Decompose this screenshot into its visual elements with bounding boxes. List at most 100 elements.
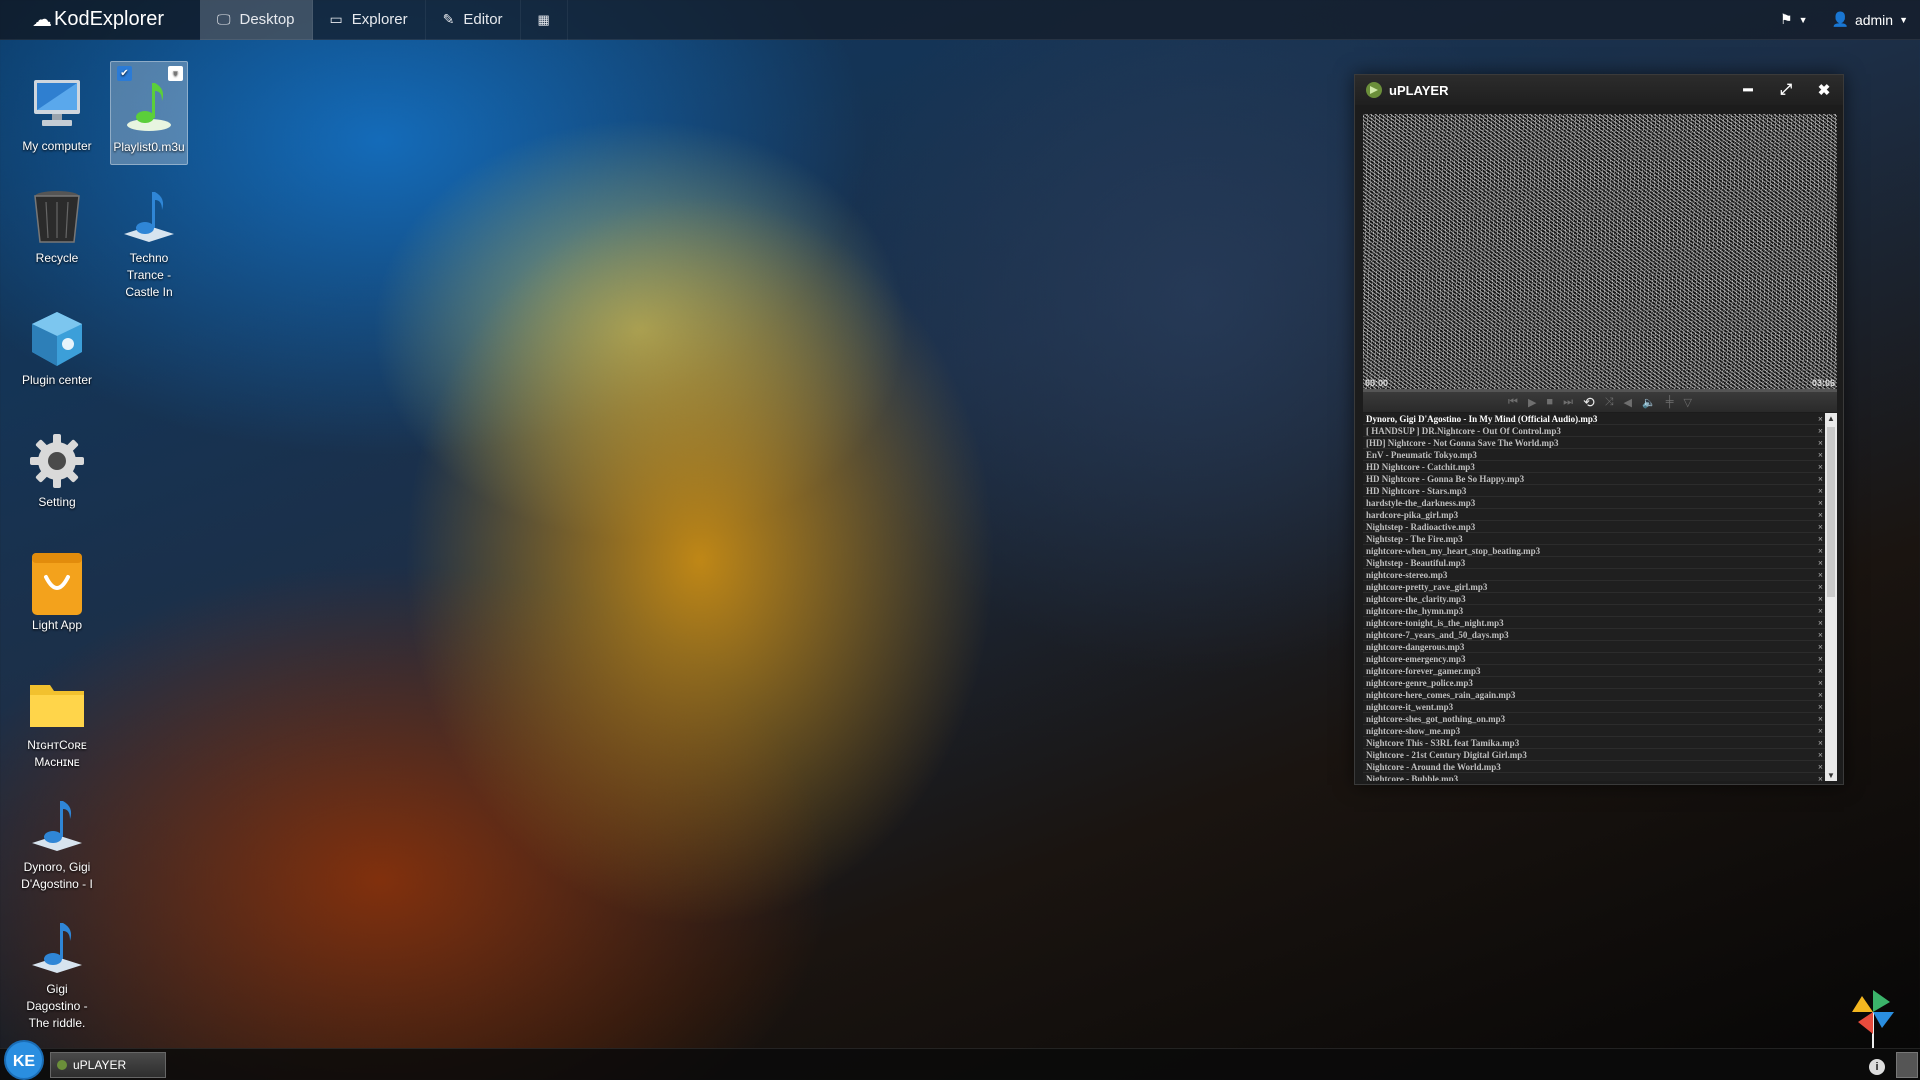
show-desktop-button[interactable] (1896, 1052, 1918, 1078)
remove-icon[interactable]: × (1818, 533, 1823, 545)
desktop-icon-light-app[interactable]: Light App (18, 553, 96, 634)
close-icon[interactable]: ✖ (1805, 81, 1843, 99)
playlist-item[interactable]: [ HANDSUP ] DR.Nightcore - Out Of Contro… (1363, 425, 1837, 437)
scroll-down-icon[interactable]: ▼ (1825, 771, 1837, 780)
desktop-icon-playlist[interactable]: ✔ ▼ Playlist0.m3u (110, 61, 188, 165)
nav-desktop[interactable]: 🖵 Desktop (200, 0, 313, 40)
remove-icon[interactable]: × (1818, 485, 1823, 497)
remove-icon[interactable]: × (1818, 521, 1823, 533)
stop-icon[interactable]: ■ (1546, 396, 1553, 408)
scrollbar-thumb[interactable] (1827, 427, 1835, 597)
pinwheel-icon[interactable] (1850, 988, 1896, 1048)
playlist-item[interactable]: nightcore-here_comes_rain_again.mp3 × (1363, 689, 1837, 701)
remove-icon[interactable]: × (1818, 737, 1823, 749)
remove-icon[interactable]: × (1818, 725, 1823, 737)
playlist-item[interactable]: EnV - Pneumatic Tokyo.mp3 × (1363, 449, 1837, 461)
info-icon[interactable]: i (1869, 1059, 1885, 1075)
brand-logo[interactable]: ☁ KodExplorer (0, 0, 200, 40)
playlist-scrollbar[interactable]: ▲ ▼ (1825, 413, 1837, 781)
nav-editor[interactable]: ✎ Editor (426, 0, 521, 40)
desktop-icon-my-computer[interactable]: My computer (18, 76, 96, 155)
remove-icon[interactable]: × (1818, 605, 1823, 617)
remove-icon[interactable]: × (1818, 509, 1823, 521)
playlist-item[interactable]: HD Nightcore - Catchit.mp3 × (1363, 461, 1837, 473)
remove-icon[interactable]: × (1818, 473, 1823, 485)
desktop-icon-setting[interactable]: Setting (18, 432, 96, 511)
remove-icon[interactable]: × (1818, 713, 1823, 725)
playlist-item[interactable]: Nightstep - Radioactive.mp3 × (1363, 521, 1837, 533)
desktop-icon-nightcore-folder[interactable]: NɪɢʜᴛCᴏʀᴇ Mᴀᴄʜɪɴᴇ (18, 675, 96, 771)
playlist-item[interactable]: Nightcore - Around the World.mp3 × (1363, 761, 1837, 773)
desktop-icon-techno-trance[interactable]: Techno Trance - Castle In (110, 188, 188, 301)
remove-icon[interactable]: × (1818, 677, 1823, 689)
playlist-item[interactable]: Nightcore - Bubble.mp3 × (1363, 773, 1837, 781)
maximize-icon[interactable]: ⤢ (1767, 81, 1805, 99)
playlist-item[interactable]: hardcore-pika_girl.mp3 × (1363, 509, 1837, 521)
remove-icon[interactable]: × (1818, 761, 1823, 773)
language-menu[interactable]: ⚑ ▼ (1768, 11, 1819, 28)
remove-icon[interactable]: × (1818, 701, 1823, 713)
remove-icon[interactable]: × (1818, 425, 1823, 437)
remove-icon[interactable]: × (1818, 437, 1823, 449)
scroll-up-icon[interactable]: ▲ (1825, 414, 1837, 423)
playlist-item[interactable]: HD Nightcore - Stars.mp3 × (1363, 485, 1837, 497)
next-icon[interactable]: ⏭ (1563, 396, 1573, 409)
playlist-item[interactable]: nightcore-emergency.mp3 × (1363, 653, 1837, 665)
playlist-item[interactable]: Nightcore This - S3RL feat Tamika.mp3 × (1363, 737, 1837, 749)
nav-apps-grid[interactable]: ▦ (521, 0, 568, 40)
playlist-item[interactable]: Dynoro, Gigi D'Agostino - In My Mind (Of… (1363, 413, 1837, 425)
shuffle-icon[interactable]: ⤨ (1605, 396, 1614, 409)
play-icon[interactable]: ▶ (1528, 396, 1536, 409)
playlist-item[interactable]: nightcore-the_clarity.mp3 × (1363, 593, 1837, 605)
desktop-icon-dynoro[interactable]: Dynoro, Gigi D'Agostino - I (18, 797, 96, 893)
start-button[interactable]: KE (4, 1040, 44, 1080)
remove-icon[interactable]: × (1818, 569, 1823, 581)
playlist-item[interactable]: nightcore-it_went.mp3 × (1363, 701, 1837, 713)
nav-explorer[interactable]: ▭ Explorer (313, 0, 426, 40)
playlist-item[interactable]: nightcore-stereo.mp3 × (1363, 569, 1837, 581)
remove-icon[interactable]: × (1818, 461, 1823, 473)
remove-icon[interactable]: × (1818, 413, 1823, 425)
playlist-item[interactable]: nightcore-the_hymn.mp3 × (1363, 605, 1837, 617)
remove-icon[interactable]: × (1818, 749, 1823, 761)
previous-icon[interactable]: ⏮ (1508, 396, 1518, 409)
playlist-toggle-icon[interactable]: ▽ (1683, 396, 1691, 409)
remove-icon[interactable]: × (1818, 449, 1823, 461)
playlist-item[interactable]: Nightcore - 21st Century Digital Girl.mp… (1363, 749, 1837, 761)
volume-icon[interactable]: 🔈 (1642, 396, 1656, 409)
playlist-item[interactable]: nightcore-7_years_and_50_days.mp3 × (1363, 629, 1837, 641)
minimize-icon[interactable]: ━ (1729, 81, 1767, 99)
desktop-icon-recycle[interactable]: Recycle (18, 188, 96, 267)
volume-down-icon[interactable]: ◀ (1624, 396, 1632, 409)
remove-icon[interactable]: × (1818, 497, 1823, 509)
playlist-item[interactable]: nightcore-tonight_is_the_night.mp3 × (1363, 617, 1837, 629)
playlist-item[interactable]: nightcore-pretty_rave_girl.mp3 × (1363, 581, 1837, 593)
window-titlebar[interactable]: uPLAYER ━ ⤢ ✖ (1355, 75, 1843, 105)
taskbar-item-uplayer[interactable]: uPLAYER (50, 1052, 166, 1078)
remove-icon[interactable]: × (1818, 641, 1823, 653)
remove-icon[interactable]: × (1818, 653, 1823, 665)
remove-icon[interactable]: × (1818, 593, 1823, 605)
playlist-item[interactable]: HD Nightcore - Gonna Be So Happy.mp3 × (1363, 473, 1837, 485)
remove-icon[interactable]: × (1818, 557, 1823, 569)
desktop-icon-plugin-center[interactable]: Plugin center (18, 310, 96, 389)
playlist-item[interactable]: Nightstep - Beautiful.mp3 × (1363, 557, 1837, 569)
remove-icon[interactable]: × (1818, 629, 1823, 641)
repeat-icon[interactable]: ⟲ (1583, 394, 1595, 411)
user-menu[interactable]: 👤 admin ▼ (1820, 11, 1920, 28)
playlist-item[interactable]: [HD] Nightcore - Not Gonna Save The Worl… (1363, 437, 1837, 449)
video-area[interactable] (1363, 114, 1837, 391)
playlist-item[interactable]: nightcore-when_my_heart_stop_beating.mp3… (1363, 545, 1837, 557)
remove-icon[interactable]: × (1818, 545, 1823, 557)
remove-icon[interactable]: × (1818, 617, 1823, 629)
playlist-item[interactable]: nightcore-genre_police.mp3 × (1363, 677, 1837, 689)
playlist-item[interactable]: hardstyle-the_darkness.mp3 × (1363, 497, 1837, 509)
playlist-item[interactable]: Nightstep - The Fire.mp3 × (1363, 533, 1837, 545)
remove-icon[interactable]: × (1818, 689, 1823, 701)
playlist-item[interactable]: nightcore-dangerous.mp3 × (1363, 641, 1837, 653)
desktop-icon-gigi[interactable]: Gigi Dagostino - The riddle. (18, 919, 96, 1032)
playlist-item[interactable]: nightcore-shes_got_nothing_on.mp3 × (1363, 713, 1837, 725)
playlist-item[interactable]: nightcore-forever_gamer.mp3 × (1363, 665, 1837, 677)
remove-icon[interactable]: × (1818, 773, 1823, 781)
equalizer-icon[interactable]: ╪ (1666, 396, 1674, 408)
